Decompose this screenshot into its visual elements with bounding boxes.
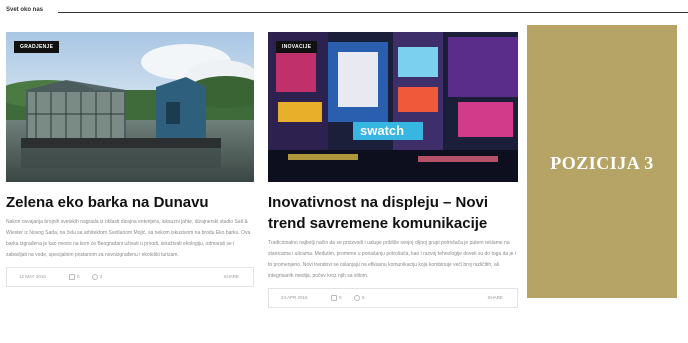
article-meta: 24 APR 2016 0 5 SHARE xyxy=(268,288,518,308)
comment-count[interactable]: 0 xyxy=(69,274,80,280)
heart-icon xyxy=(92,274,98,280)
comment-count-value: 0 xyxy=(339,295,342,301)
share-button[interactable]: SHARE xyxy=(223,274,239,279)
like-count[interactable]: 5 xyxy=(354,295,365,301)
svg-text:swatch: swatch xyxy=(360,123,404,138)
article-date: 12 MAY 2016 xyxy=(19,274,46,279)
like-count[interactable]: 2 xyxy=(92,274,103,280)
ad-placeholder[interactable]: POZICIJA 3 xyxy=(527,25,677,298)
section-divider xyxy=(58,12,688,13)
article-title[interactable]: Zelena eko barka na Dunavu xyxy=(6,192,254,213)
comment-count-value: 0 xyxy=(77,274,80,280)
like-count-value: 2 xyxy=(100,274,103,280)
comment-icon xyxy=(331,295,337,301)
article-card: swatch INOVACIJE Inovativnost na displej… xyxy=(268,32,518,308)
section-header: Svet oko nas xyxy=(6,7,688,17)
boat-photo xyxy=(6,32,254,182)
times-square-photo: swatch xyxy=(268,32,518,182)
article-image[interactable]: GRADJENJE xyxy=(6,32,254,182)
category-badge[interactable]: GRADJENJE xyxy=(14,41,60,53)
article-excerpt: Tradicionalno najbolji način da se proiz… xyxy=(268,240,516,279)
article-card: GRADJENJE Zelena eko barka na Dunavu Nak… xyxy=(6,32,254,287)
comment-count[interactable]: 0 xyxy=(331,295,342,301)
heart-icon xyxy=(354,295,360,301)
ad-label: POZICIJA 3 xyxy=(550,153,654,173)
article-meta: 12 MAY 2016 0 2 SHARE xyxy=(6,267,254,287)
comment-icon xyxy=(69,274,75,280)
article-excerpt: Nakon osvajanja brojnih svetskih nagrada… xyxy=(6,219,251,258)
article-image[interactable]: swatch INOVACIJE xyxy=(268,32,518,182)
article-title[interactable]: Inovativnost na displeju – Novi trend sa… xyxy=(268,192,518,234)
like-count-value: 5 xyxy=(362,295,365,301)
share-button[interactable]: SHARE xyxy=(487,295,503,300)
section-title: Svet oko nas xyxy=(6,7,44,13)
article-date: 24 APR 2016 xyxy=(281,295,308,300)
category-badge[interactable]: INOVACIJE xyxy=(276,41,318,53)
